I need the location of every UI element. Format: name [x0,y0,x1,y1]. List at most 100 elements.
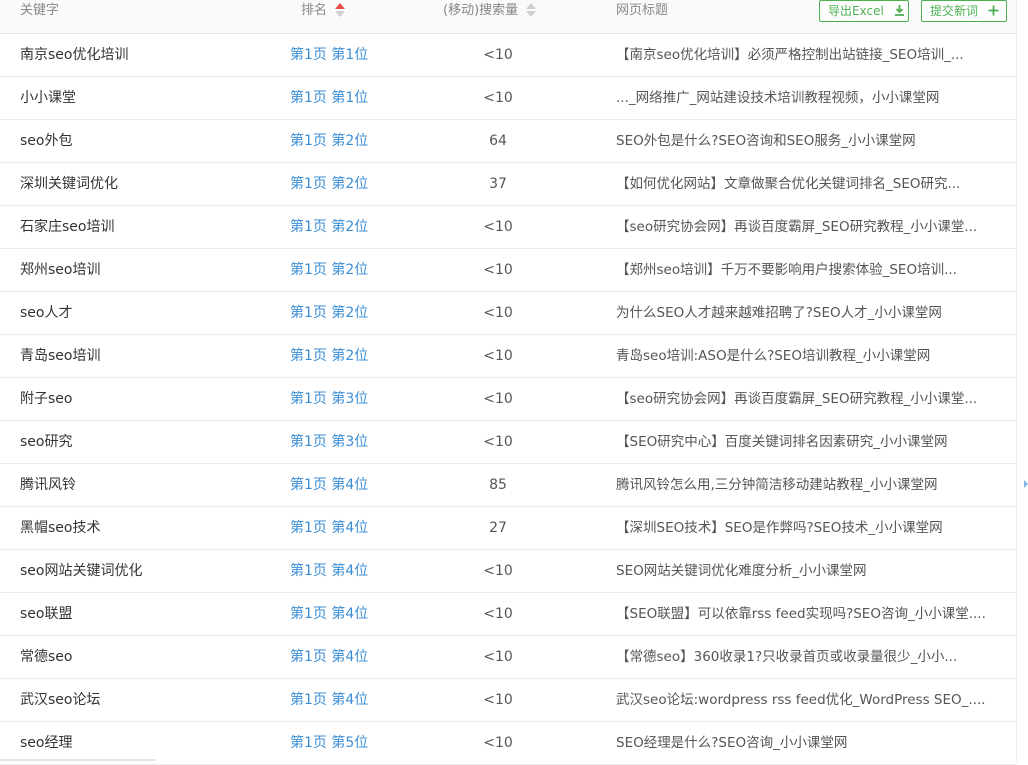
search-volume-cell: <10 [483,47,513,63]
table-row: 郑州seo培训 第1页 第2位 <10 【郑州seo培训】千万不要影响用户搜索体… [0,249,1016,292]
submit-new-keyword-button[interactable]: 提交新词 [921,0,1007,22]
page-title-cell: 【SEO联盟】可以依靠rss feed实现吗?SEO咨询_小小课堂.... [616,606,986,622]
page-title-cell: 【SEO研究中心】百度关键词排名因素研究_小小课堂网 [616,434,948,450]
sort-asc-icon[interactable] [526,3,537,9]
keyword-cell: 腾讯风铃 [20,477,76,493]
plus-icon [988,1,999,21]
sort-asc-icon[interactable] [335,3,346,9]
table-row: seo研究 第1页 第3位 <10 【SEO研究中心】百度关键词排名因素研究_小… [0,421,1016,464]
keyword-cell: 黑帽seo技术 [20,520,101,536]
table-row: seo人才 第1页 第2位 <10 为什么SEO人才越来越难招聘了?SEO人才_… [0,292,1016,335]
keyword-cell: 郑州seo培训 [20,262,101,278]
table-row: 南京seo优化培训 第1页 第1位 <10 【南京seo优化培训】必须严格控制出… [0,34,1016,77]
keyword-cell: seo联盟 [20,606,73,622]
submit-new-keyword-label: 提交新词 [930,4,979,18]
keyword-cell: 石家庄seo培训 [20,219,115,235]
search-volume-cell: 85 [489,477,507,493]
header-keyword: 关键字 [20,3,60,18]
header-volume-label: (移动)搜索量 [443,3,519,18]
search-volume-cell: <10 [483,348,513,364]
sort-desc-icon[interactable] [335,11,346,17]
rank-link[interactable]: 第1页 第4位 [290,679,368,721]
keyword-cell: seo网站关键词优化 [20,563,143,579]
table-row: 附子seo 第1页 第3位 <10 【seo研究协会网】再谈百度霸屏_SEO研究… [0,378,1016,421]
rank-link[interactable]: 第1页 第4位 [290,550,368,592]
rank-link[interactable]: 第1页 第4位 [290,636,368,678]
page-title-cell: 青岛seo培训:ASO是什么?SEO培训教程_小小课堂网 [616,348,931,364]
page-title-cell: 【南京seo优化培训】必须严格控制出站链接_SEO培训_... [616,47,964,63]
rank-link[interactable]: 第1页 第3位 [290,421,368,463]
table-row: 青岛seo培训 第1页 第2位 <10 青岛seo培训:ASO是什么?SEO培训… [0,335,1016,378]
page-title-cell: 腾讯风铃怎么用,三分钟简洁移动建站教程_小小课堂网 [616,477,938,493]
keyword-cell: 青岛seo培训 [20,348,101,364]
page-title-cell: 【深圳SEO技术】SEO是作弊吗?SEO技术_小小课堂网 [616,520,943,536]
table-row: seo网站关键词优化 第1页 第4位 <10 SEO网站关键词优化难度分析_小小… [0,550,1016,593]
rank-link[interactable]: 第1页 第2位 [290,163,368,205]
keyword-cell: 附子seo [20,391,73,407]
keyword-cell: 武汉seo论坛 [20,692,101,708]
table-row: 腾讯风铃 第1页 第4位 85 腾讯风铃怎么用,三分钟简洁移动建站教程_小小课堂… [0,464,1016,507]
search-volume-cell: <10 [483,391,513,407]
rank-link[interactable]: 第1页 第1位 [290,34,368,76]
rank-link[interactable]: 第1页 第3位 [290,378,368,420]
search-volume-cell: <10 [483,563,513,579]
page-title-cell: 为什么SEO人才越来越难招聘了?SEO人才_小小课堂网 [616,305,942,321]
keyword-cell: 南京seo优化培训 [20,47,129,63]
header-rank-sortable[interactable]: 排名 [301,0,346,22]
keyword-cell: seo外包 [20,133,73,149]
header-volume-sortable[interactable]: (移动)搜索量 [443,0,537,22]
keyword-cell: seo经理 [20,735,73,751]
search-volume-cell: <10 [483,649,513,665]
rank-link[interactable]: 第1页 第2位 [290,120,368,162]
rank-link[interactable]: 第1页 第4位 [290,593,368,635]
search-volume-cell: <10 [483,219,513,235]
search-volume-cell: <10 [483,305,513,321]
rank-link[interactable]: 第1页 第1位 [290,77,368,119]
rank-link[interactable]: 第1页 第4位 [290,464,368,506]
table-row: 石家庄seo培训 第1页 第2位 <10 【seo研究协会网】再谈百度霸屏_SE… [0,206,1016,249]
keyword-cell: 小小课堂 [20,90,76,106]
search-volume-cell: <10 [483,90,513,106]
rank-link[interactable]: 第1页 第2位 [290,335,368,377]
rank-link[interactable]: 第1页 第2位 [290,292,368,334]
keyword-cell: 常德seo [20,649,73,665]
scroll-indicator-icon [1024,480,1028,488]
search-volume-cell: 27 [489,520,507,536]
table-row: 武汉seo论坛 第1页 第4位 <10 武汉seo论坛:wordpress rs… [0,679,1016,722]
search-volume-cell: 64 [489,133,507,149]
search-volume-cell: <10 [483,262,513,278]
page-title-cell: 【郑州seo培训】千万不要影响用户搜索体验_SEO培训... [616,262,957,278]
rank-link[interactable]: 第1页 第4位 [290,507,368,549]
rank-link[interactable]: 第1页 第2位 [290,206,368,248]
search-volume-cell: <10 [483,692,513,708]
table-body: 南京seo优化培训 第1页 第1位 <10 【南京seo优化培训】必须严格控制出… [0,34,1016,765]
table-row: 小小课堂 第1页 第1位 <10 ..._网络推广_网站建设技术培训教程视频，小… [0,77,1016,120]
ranking-table: 关键字 排名 (移动)搜索量 网页标题 导出Excel 提交新词 南京seo优化… [0,0,1016,765]
page-title-cell: SEO外包是什么?SEO咨询和SEO服务_小小课堂网 [616,133,916,149]
table-row: 深圳关键词优化 第1页 第2位 37 【如何优化网站】文章做聚合优化关键词排名_… [0,163,1016,206]
keyword-cell: seo研究 [20,434,73,450]
search-volume-cell: <10 [483,735,513,751]
page-title-cell: 【seo研究协会网】再谈百度霸屏_SEO研究教程_小小课堂... [616,219,978,235]
divider [0,759,155,761]
keyword-cell: seo人才 [20,305,73,321]
page-title-cell: 【seo研究协会网】再谈百度霸屏_SEO研究教程_小小课堂... [616,391,978,407]
header-title: 网页标题 [616,3,669,18]
download-icon [894,1,905,21]
page-title-cell: 武汉seo论坛:wordpress rss feed优化_WordPress S… [616,692,986,708]
table-row: 黑帽seo技术 第1页 第4位 27 【深圳SEO技术】SEO是作弊吗?SEO技… [0,507,1016,550]
scrollbar[interactable] [1016,0,1028,762]
export-excel-label: 导出Excel [828,4,884,18]
table-header: 关键字 排名 (移动)搜索量 网页标题 导出Excel 提交新词 [0,0,1016,34]
sort-icon[interactable] [335,1,346,19]
page-title-cell: ..._网络推广_网站建设技术培训教程视频，小小课堂网 [616,90,940,106]
export-excel-button[interactable]: 导出Excel [819,0,909,22]
rank-link[interactable]: 第1页 第2位 [290,249,368,291]
page-title-cell: SEO网站关键词优化难度分析_小小课堂网 [616,563,867,579]
page-title-cell: 【常德seo】360收录1?只收录首页或收录量很少_小小... [616,649,958,665]
rank-link[interactable]: 第1页 第5位 [290,722,368,764]
search-volume-cell: <10 [483,606,513,622]
sort-desc-icon[interactable] [526,11,537,17]
table-row: 常德seo 第1页 第4位 <10 【常德seo】360收录1?只收录首页或收录… [0,636,1016,679]
sort-icon[interactable] [526,1,537,19]
